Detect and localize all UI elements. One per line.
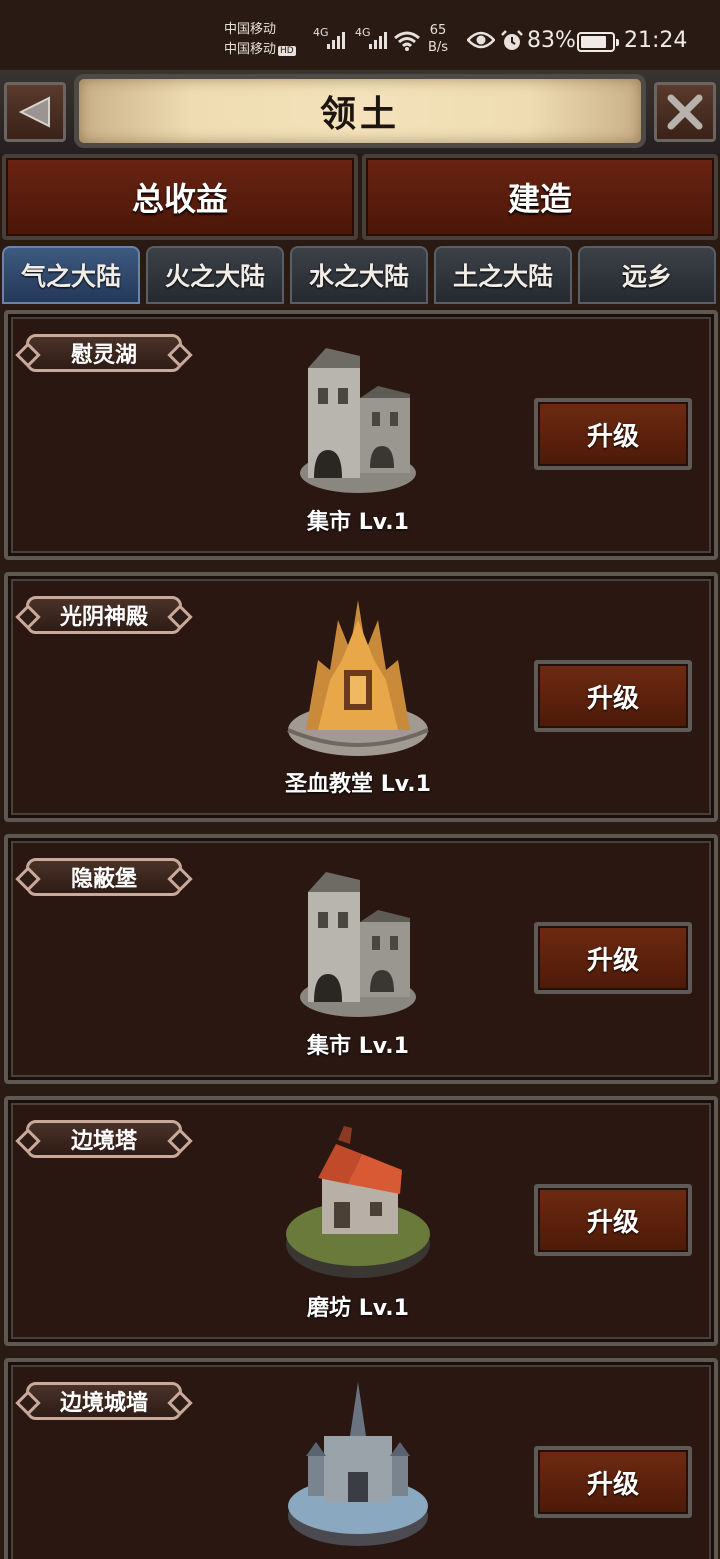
upgrade-label: 升级 — [586, 1469, 639, 1500]
build-button[interactable]: 建造 — [362, 154, 718, 240]
tab-label: 土之大陆 — [452, 262, 553, 291]
territory-name: 隐蔽堡 — [70, 867, 137, 892]
title-banner: 领土 — [74, 74, 646, 148]
territory-name: 光阴神殿 — [59, 605, 148, 630]
tab-distant-land[interactable]: 远乡 — [578, 246, 716, 304]
eye-icon — [467, 31, 495, 49]
building-level-label: 磨坊 Lv.1 — [307, 1296, 409, 1321]
build-label: 建造 — [507, 180, 572, 218]
upgrade-button[interactable]: 升级 — [534, 398, 692, 470]
carrier-1: 中国移动 — [224, 22, 277, 37]
territory-name: 边境城墙 — [59, 1391, 148, 1416]
territory-name-tag: 隐蔽堡 — [26, 858, 182, 896]
territory-name-tag: 慰灵湖 — [26, 334, 182, 372]
upgrade-button[interactable]: 升级 — [534, 660, 692, 732]
status-bar: 中国移动 中国移动 HD 4G 4G 65 B/s 83% 21:24 — [0, 0, 720, 76]
clock: 21:24 — [624, 28, 688, 53]
back-button[interactable] — [4, 82, 66, 142]
close-button[interactable] — [654, 82, 716, 142]
battery-fill — [581, 36, 606, 48]
tab-label: 火之大陆 — [164, 262, 265, 291]
upgrade-label: 升级 — [586, 945, 639, 976]
tab-air-continent[interactable]: 气之大陆 — [2, 246, 140, 304]
building-level-label: 集市 Lv.1 — [307, 510, 409, 535]
territory-name: 边境塔 — [70, 1129, 137, 1154]
page-title: 领土 — [319, 94, 400, 135]
territory-name-tag: 光阴神殿 — [26, 596, 182, 634]
upgrade-label: 升级 — [586, 683, 639, 714]
network-speed: 65 B/s — [428, 23, 449, 55]
total-income-button[interactable]: 总收益 — [2, 154, 358, 240]
alarm-icon — [501, 30, 523, 50]
territory-name-tag: 边境塔 — [26, 1120, 182, 1158]
carrier-2: 中国移动 — [224, 42, 277, 57]
upgrade-button[interactable]: 升级 — [534, 1446, 692, 1518]
wifi-icon — [394, 31, 420, 51]
triangle-left-icon — [18, 96, 50, 128]
battery-icon — [577, 32, 619, 52]
territory-card: 光阴神殿 圣血教堂 Lv.1 升级 — [4, 572, 718, 822]
battery-percent: 83% — [527, 28, 576, 53]
mill-building-icon — [286, 1126, 430, 1278]
market-building-icon — [300, 872, 416, 1017]
territory-name-tag: 边境城墙 — [26, 1382, 182, 1420]
carrier-info: 中国移动 中国移动 HD — [224, 20, 296, 61]
signal-icon-1 — [327, 32, 345, 49]
tab-earth-continent[interactable]: 土之大陆 — [434, 246, 572, 304]
upgrade-label: 升级 — [586, 421, 639, 452]
territory-card: 边境城墙 升级 — [4, 1358, 718, 1559]
signal-icon-2 — [369, 32, 387, 49]
territory-card: 慰灵湖 集市 Lv.1 升级 — [4, 310, 718, 560]
territory-card: 隐蔽堡 集市 Lv.1 升级 — [4, 834, 718, 1084]
upgrade-button[interactable]: 升级 — [534, 1184, 692, 1256]
tab-label: 远乡 — [621, 262, 672, 291]
market-building-icon — [300, 348, 416, 493]
upgrade-button[interactable]: 升级 — [534, 922, 692, 994]
upgrade-label: 升级 — [586, 1207, 639, 1238]
tab-label: 水之大陆 — [308, 262, 409, 291]
church-building-icon — [287, 600, 429, 756]
tab-fire-continent[interactable]: 火之大陆 — [146, 246, 284, 304]
building-level-label: 圣血教堂 Lv.1 — [285, 772, 431, 797]
territory-name: 慰灵湖 — [70, 343, 137, 368]
x-close-icon — [667, 94, 703, 130]
territory-card: 边境塔 磨坊 Lv.1 升级 — [4, 1096, 718, 1346]
total-income-label: 总收益 — [131, 180, 228, 218]
hd-badge: HD — [278, 46, 296, 56]
building-level-label: 集市 Lv.1 — [307, 1034, 409, 1059]
tab-water-continent[interactable]: 水之大陆 — [290, 246, 428, 304]
castle-building-icon — [288, 1382, 428, 1546]
tab-label: 气之大陆 — [20, 262, 121, 291]
